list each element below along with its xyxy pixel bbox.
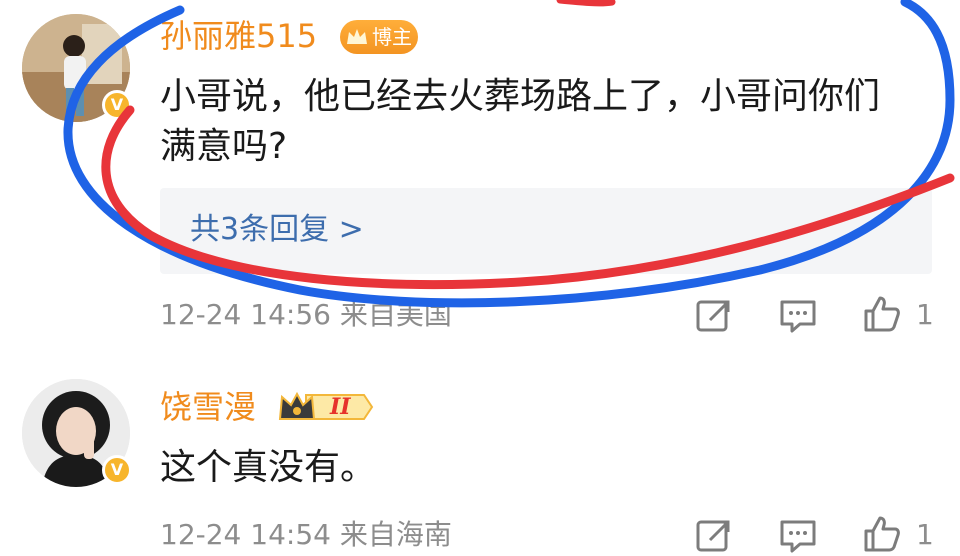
badge-label: II xyxy=(330,394,351,420)
comment-meta: 12-24 14:54 来自海南 xyxy=(160,518,452,551)
view-replies-link[interactable]: 共3条回复 > xyxy=(190,212,364,248)
like-count: 1 xyxy=(916,298,934,331)
avatar[interactable]: V xyxy=(22,14,132,122)
verified-badge-icon: V xyxy=(102,455,132,485)
comment-icon[interactable] xyxy=(778,516,818,556)
crown-icon xyxy=(347,29,367,44)
comment-meta: 12-24 14:56 来自美国 xyxy=(160,298,452,331)
verified-badge-icon: V xyxy=(102,90,132,120)
username[interactable]: 孙丽雅515 xyxy=(160,16,317,56)
member-badge: II xyxy=(276,389,374,425)
like-count: 1 xyxy=(916,518,934,551)
badge-label: 博主 xyxy=(372,25,412,49)
comment-text: 小哥说，他已经去火葬场路上了，小哥问你们 满意吗? xyxy=(160,76,881,167)
like-icon[interactable] xyxy=(862,294,902,334)
comment-item: V 饶雪漫 II 这个真没有。 12-24 14:54 来自海南 1 xyxy=(0,365,960,554)
username[interactable]: 饶雪漫 xyxy=(160,387,256,427)
comment-item: V 孙丽雅515 博主 小哥说，他已经去火葬场路上了，小哥问你们 满意吗? 共3… xyxy=(0,0,960,350)
comment-icon[interactable] xyxy=(778,296,818,336)
share-icon[interactable] xyxy=(694,516,734,556)
blogger-badge: 博主 xyxy=(340,20,418,54)
share-icon[interactable] xyxy=(694,296,734,336)
replies-box[interactable]: 共3条回复 > xyxy=(160,188,932,274)
comment-text: 这个真没有。 xyxy=(160,447,377,488)
like-icon[interactable] xyxy=(862,514,902,554)
avatar[interactable]: V xyxy=(22,379,132,487)
